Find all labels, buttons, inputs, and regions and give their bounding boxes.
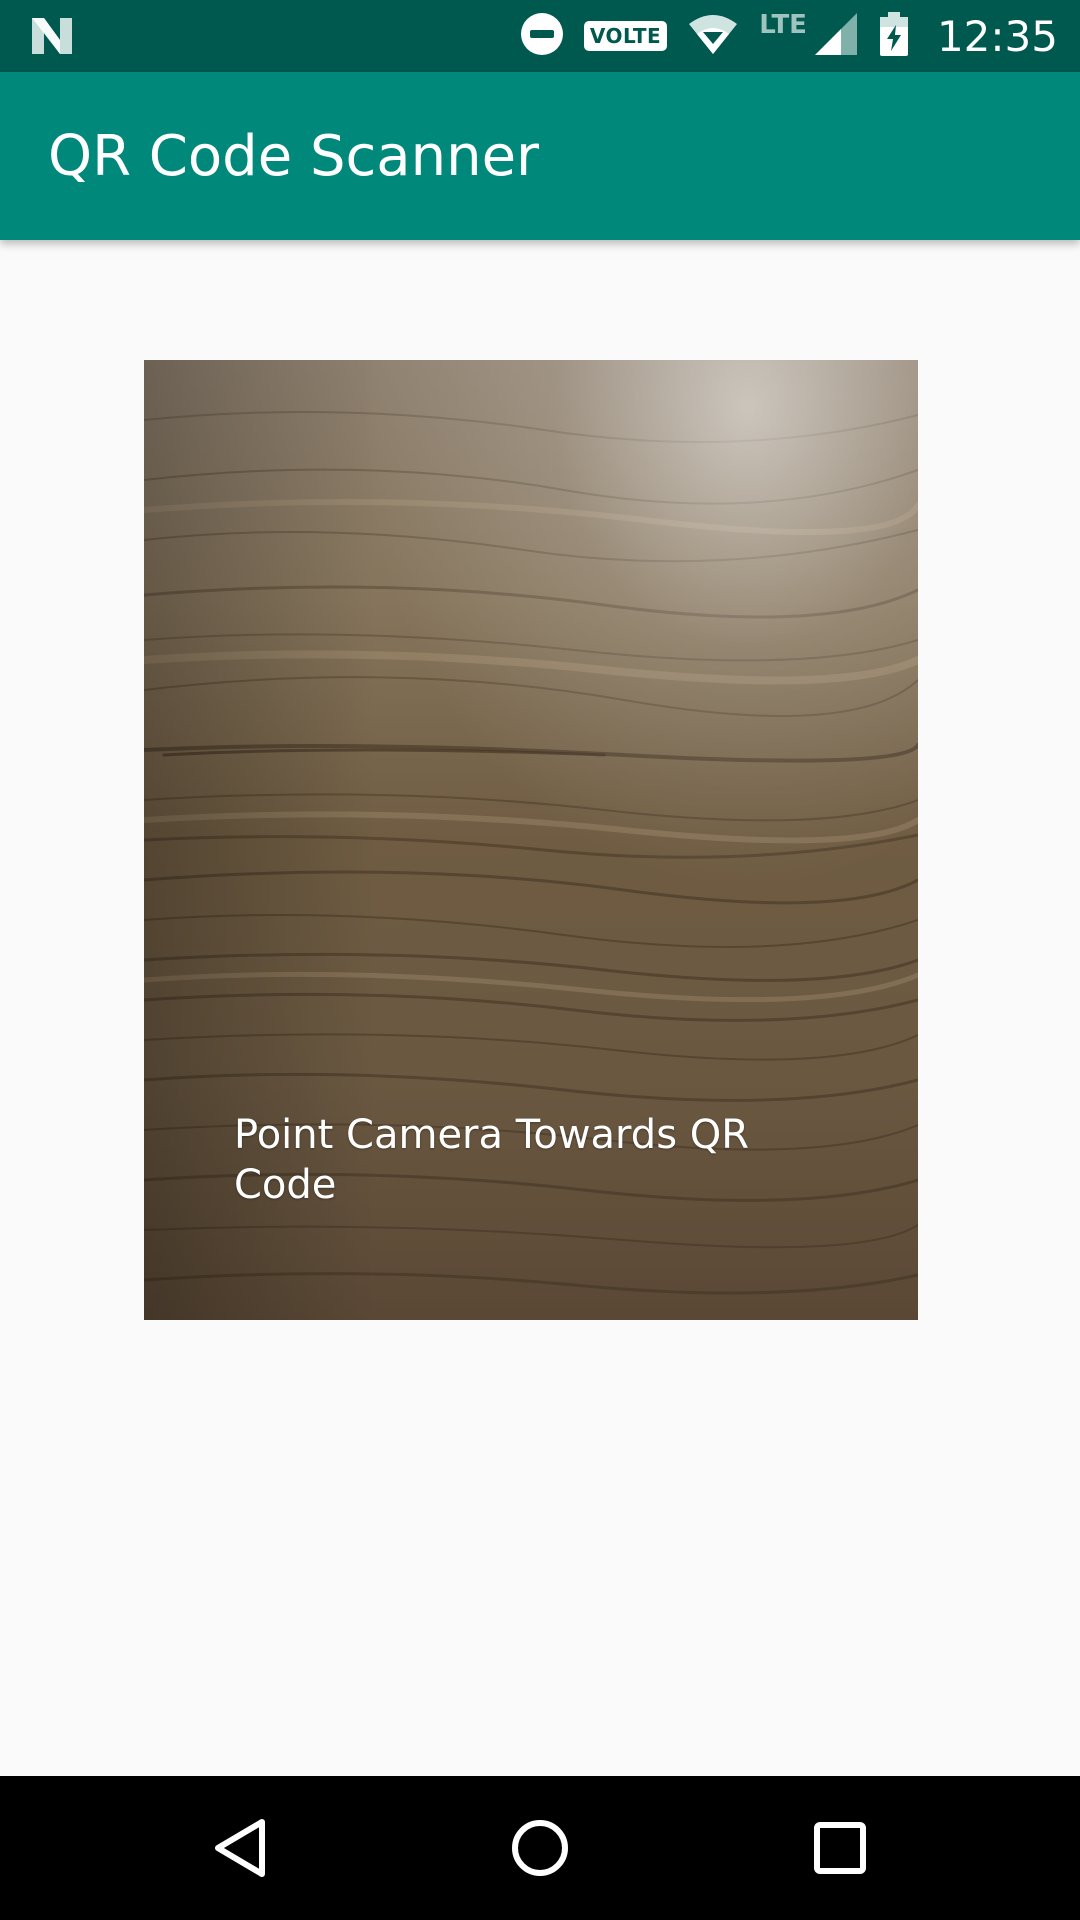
back-icon[interactable] xyxy=(204,1812,276,1884)
scan-hint-text: Point Camera Towards QR Code xyxy=(234,1112,750,1208)
page-title: QR Code Scanner xyxy=(48,124,540,189)
do-not-disturb-icon xyxy=(520,12,564,61)
wifi-icon xyxy=(687,12,739,61)
notification-n-icon xyxy=(30,16,74,56)
lte-label: LTE xyxy=(759,10,807,40)
camera-preview[interactable]: Point Camera Towards QR Code xyxy=(144,360,918,1320)
cell-signal-icon xyxy=(813,11,859,62)
status-bar: VOLTE LTE 12:35 xyxy=(0,0,1080,72)
home-icon[interactable] xyxy=(504,1812,576,1884)
status-icons: VOLTE LTE 12:35 xyxy=(500,0,1058,72)
app-bar: QR Code Scanner xyxy=(0,72,1080,240)
volte-badge: VOLTE xyxy=(583,21,668,51)
clock: 12:35 xyxy=(936,11,1058,61)
navigation-bar xyxy=(0,1776,1080,1920)
battery-charging-icon xyxy=(879,11,909,62)
recents-icon[interactable] xyxy=(804,1812,876,1884)
